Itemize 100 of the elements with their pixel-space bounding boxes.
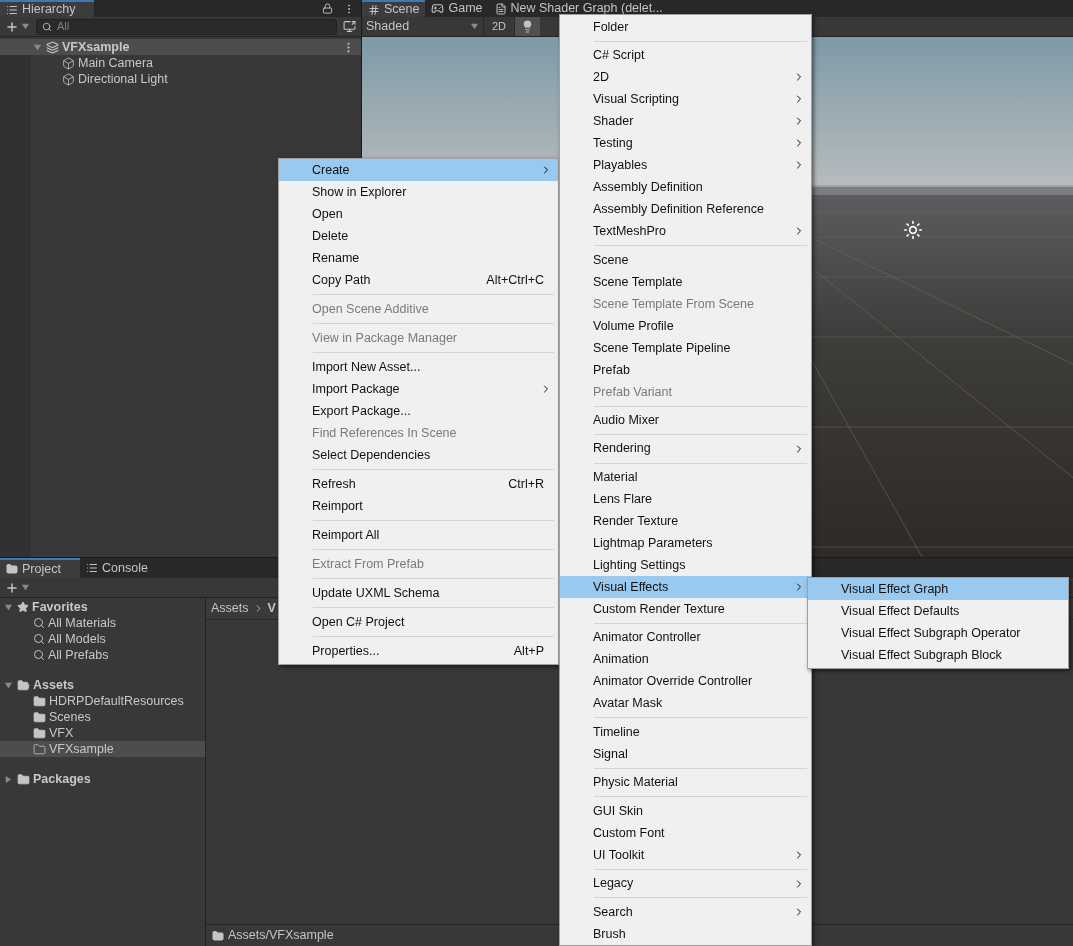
add-dropdown-button[interactable] [5,19,30,34]
menu-item[interactable]: Visual Effect Subgraph Block [808,644,1068,666]
menu-item[interactable]: Import New Asset... [279,356,558,378]
menu-item[interactable]: Folder [560,16,811,38]
menu-item[interactable]: Reimport All [279,524,558,546]
shortcut-label: Alt+P [513,642,544,660]
menu-item[interactable]: Show in Explorer [279,181,558,203]
tree-row[interactable]: VFXsample [0,39,361,55]
panel-tab[interactable]: Hierarchy [0,0,94,17]
menu-item[interactable]: Shader [560,110,811,133]
menu-item[interactable]: Visual Effects [560,576,811,599]
dropdown-arrow-icon[interactable] [21,22,30,31]
menu-item[interactable]: Open [279,203,558,225]
tree-row[interactable]: Main Camera [0,55,361,71]
menu-item[interactable]: Timeline [560,721,811,744]
menu-item[interactable]: Rendering [560,437,811,460]
menu-item[interactable]: Delete [279,225,558,247]
menu-item[interactable]: Properties... Alt+P [279,640,558,662]
menu-item[interactable]: Testing [560,132,811,155]
shading-dropdown[interactable]: Shaded [362,17,484,36]
menu-item[interactable]: Animator Override Controller [560,670,811,693]
menu-item[interactable]: Brush [560,923,811,945]
tree-row[interactable]: Directional Light [0,71,361,87]
panel-tab[interactable]: Project [0,558,80,578]
menu-item[interactable]: Select Dependencies [279,444,558,466]
menu-item[interactable]: Playables [560,154,811,177]
menu-item[interactable]: Visual Effect Subgraph Operator [808,622,1068,644]
tree-row[interactable]: All Models [0,631,205,647]
tree-row[interactable]: HDRPDefaultResources [0,693,205,709]
menu-item[interactable]: Prefab [560,358,811,381]
dropdown-arrow-icon[interactable] [21,583,30,592]
folder-icon [17,772,30,786]
menu-item[interactable]: Scene [560,248,811,271]
menu-item[interactable]: Import Package [279,378,558,400]
menu-item[interactable]: Lightmap Parameters [560,532,811,555]
menu-item[interactable]: Copy Path Alt+Ctrl+C [279,269,558,291]
menu-item[interactable]: Lens Flare [560,488,811,511]
plus-icon [5,19,19,34]
expand-arrow-icon[interactable] [3,774,13,784]
menu-item[interactable]: C# Script [560,44,811,67]
menu-item[interactable]: Volume Profile [560,314,811,337]
menu-item[interactable]: Legacy [560,872,811,895]
menu-item[interactable]: Rename [279,247,558,269]
tree-row[interactable]: Packages [0,771,205,787]
folder-icon [33,694,46,708]
folder-icon [33,742,46,756]
menu-item[interactable]: Avatar Mask [560,692,811,715]
menu-item[interactable]: GUI Skin [560,800,811,823]
menu-item[interactable]: Scene Template Pipeline [560,336,811,359]
menu-item[interactable]: Physic Material [560,771,811,794]
search-field[interactable]: All [36,18,337,35]
menu-item[interactable]: Update UXML Schema [279,582,558,604]
search-icon [33,633,45,645]
folder-icon [6,563,18,575]
tree-row[interactable]: All Prefabs [0,647,205,663]
add-dropdown-button[interactable] [5,580,30,595]
menu-item[interactable]: Material [560,466,811,489]
menu-item[interactable]: Lighting Settings [560,554,811,577]
tree-row[interactable]: Scenes [0,709,205,725]
menu-item[interactable]: Search [560,901,811,923]
menu-item[interactable]: Export Package... [279,400,558,422]
tree-row[interactable]: VFX [0,725,205,741]
menu-item[interactable]: 2D [560,66,811,89]
panel-tab[interactable]: Scene [362,0,426,17]
tree-row[interactable]: All Materials [0,615,205,631]
menu-item[interactable]: Scene Template [560,270,811,293]
menu-item[interactable]: Animation [560,648,811,671]
expand-arrow-icon[interactable] [32,42,42,52]
menu-item[interactable]: Signal [560,743,811,766]
menu-item[interactable]: TextMeshPro [560,220,811,243]
menu-item[interactable]: Assembly Definition [560,176,811,199]
menu-item[interactable]: Audio Mixer [560,409,811,432]
menu-item[interactable]: Open C# Project [279,611,558,633]
expand-arrow-icon[interactable] [3,680,13,690]
menu-item[interactable]: Visual Effect Graph [808,578,1068,600]
menu-item[interactable]: Render Texture [560,510,811,533]
menu-item[interactable]: Animator Controller [560,626,811,649]
panel-tab[interactable]: Game [425,0,489,17]
dropdown-arrow-icon[interactable] [470,22,479,31]
panel-tab[interactable]: New Shader Graph (delet... [488,0,669,17]
tree-row[interactable]: Assets [0,677,205,693]
lock-icon[interactable] [322,3,333,14]
tree-label: All Materials [48,614,117,632]
expand-arrow-icon[interactable] [3,602,13,612]
menu-item[interactable]: Visual Effect Defaults [808,600,1068,622]
menu-item[interactable]: Custom Render Texture [560,598,811,621]
tree-row[interactable]: Favorites [0,599,205,615]
menu-item[interactable]: UI Toolkit [560,844,811,867]
menu-item[interactable]: Custom Font [560,822,811,845]
breadcrumb-link[interactable]: Assets [211,599,249,618]
panel-tab[interactable]: Console [80,558,160,578]
menu-item[interactable]: Create [279,159,558,181]
menu-item[interactable]: Refresh Ctrl+R [279,473,558,495]
folder-icon [33,726,46,740]
menu-item[interactable]: Reimport [279,495,558,517]
menu-item[interactable]: Assembly Definition Reference [560,198,811,221]
tree-row[interactable]: VFXsample [0,741,205,757]
menu-item[interactable]: Visual Scripting [560,88,811,111]
breadcrumb-link[interactable]: V [267,599,276,618]
lighting-toggle-button[interactable] [515,17,541,36]
